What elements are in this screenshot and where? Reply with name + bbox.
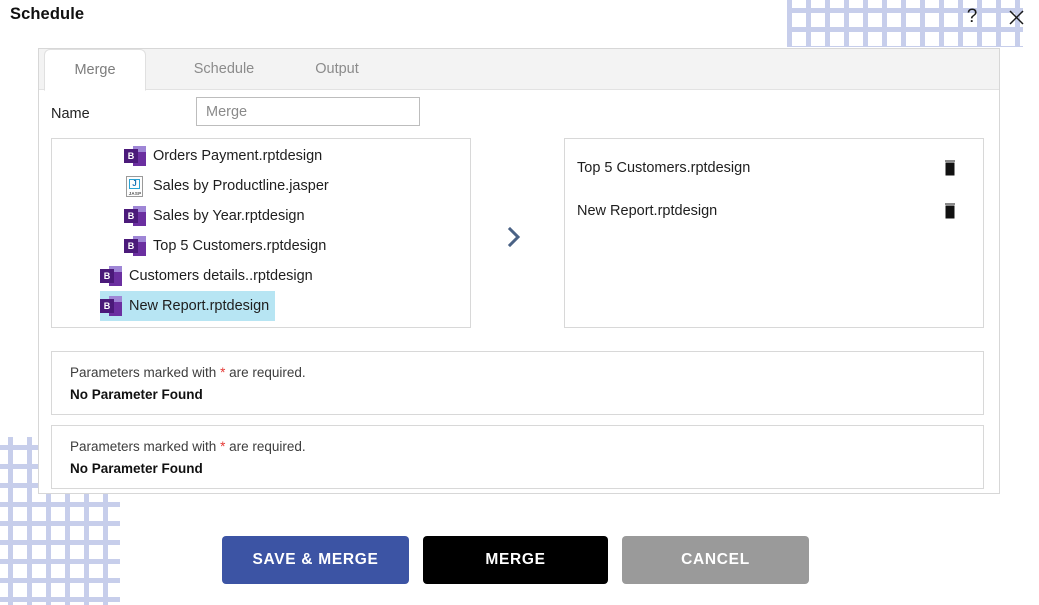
list-item[interactable]: B Top 5 Customers.rptdesign	[124, 231, 332, 261]
help-icon[interactable]: ?	[958, 3, 986, 31]
header-background-mask	[0, 0, 787, 47]
parameter-result: No Parameter Found	[70, 387, 203, 402]
list-item[interactable]: B Sales by Year.rptdesign	[124, 201, 311, 231]
name-field-row: Name	[39, 90, 999, 140]
list-item-label: Top 5 Customers.rptdesign	[153, 238, 327, 254]
list-item-selected[interactable]: B New Report.rptdesign	[100, 291, 276, 321]
list-item-label: Sales by Productline.jasper	[153, 178, 329, 194]
page-title: Schedule	[10, 5, 85, 23]
list-item-label: Orders Payment.rptdesign	[153, 148, 323, 164]
trash-icon[interactable]	[942, 202, 958, 219]
table-row: New Report.rptdesign	[565, 189, 983, 232]
tab-merge-label: Merge	[74, 62, 116, 78]
save-and-merge-button[interactable]: SAVE & MERGE	[222, 536, 409, 584]
birt-report-icon: B	[100, 266, 122, 286]
move-right-button[interactable]	[494, 217, 534, 257]
parameter-section-2: Parameters marked with * are required. N…	[51, 425, 984, 489]
list-item[interactable]: B Orders Payment.rptdesign	[124, 141, 328, 171]
selected-report-list: Top 5 Customers.rptdesign New Report.rpt…	[565, 139, 983, 232]
name-label: Name	[51, 106, 90, 122]
chevron-right-icon	[507, 226, 521, 248]
birt-report-icon: B	[124, 206, 146, 226]
close-icon[interactable]	[1002, 3, 1030, 31]
tab-bar: Merge Schedule Output	[39, 49, 999, 91]
close-x-glyph	[1008, 9, 1024, 25]
tab-output-label: Output	[315, 61, 359, 77]
tab-merge[interactable]: Merge	[44, 49, 146, 91]
tab-schedule[interactable]: Schedule	[169, 49, 279, 90]
list-item-label: New Report.rptdesign	[129, 298, 270, 314]
birt-report-icon: B	[100, 296, 122, 316]
tab-schedule-label: Schedule	[193, 61, 255, 77]
question-mark-glyph: ?	[966, 6, 978, 27]
dialog-footer: SAVE & MERGE MERGE CANCEL	[0, 536, 1039, 584]
list-item-label: Customers details..rptdesign	[129, 268, 313, 284]
selected-report-panel: Top 5 Customers.rptdesign New Report.rpt…	[564, 138, 984, 328]
selected-item-label: New Report.rptdesign	[577, 202, 718, 219]
name-input[interactable]	[196, 97, 420, 126]
parameter-hint-prefix: Parameters marked with	[70, 365, 221, 380]
schedule-dialog: Merge Schedule Output Name B Orders Paym…	[38, 48, 1000, 494]
list-item[interactable]: B Customers details..rptdesign	[100, 261, 319, 291]
parameter-result: No Parameter Found	[70, 461, 203, 476]
parameter-hint: Parameters marked with * are required.	[70, 439, 983, 454]
parameter-hint-prefix: Parameters marked with	[70, 439, 221, 454]
table-row: Top 5 Customers.rptdesign	[565, 146, 983, 189]
tab-output[interactable]: Output	[291, 49, 383, 90]
merge-button[interactable]: MERGE	[423, 536, 608, 584]
list-item-label: Sales by Year.rptdesign	[153, 208, 305, 224]
parameter-hint: Parameters marked with * are required.	[70, 365, 983, 380]
parameter-hint-suffix: are required.	[225, 365, 306, 380]
birt-report-icon: B	[124, 236, 146, 256]
trash-glyph	[945, 202, 955, 218]
parameter-hint-suffix: are required.	[225, 439, 306, 454]
trash-glyph	[945, 159, 955, 175]
trash-icon[interactable]	[942, 159, 958, 176]
cancel-button[interactable]: CANCEL	[622, 536, 809, 584]
selected-item-label: Top 5 Customers.rptdesign	[577, 159, 751, 176]
list-item[interactable]: J JASP Sales by Productline.jasper	[124, 171, 335, 201]
source-report-list: B Orders Payment.rptdesign J JASP Sales b…	[52, 139, 470, 321]
parameter-section-1: Parameters marked with * are required. N…	[51, 351, 984, 415]
jasper-report-icon: J JASP	[124, 175, 146, 197]
birt-report-icon: B	[124, 146, 146, 166]
source-report-panel: B Orders Payment.rptdesign J JASP Sales b…	[51, 138, 471, 328]
